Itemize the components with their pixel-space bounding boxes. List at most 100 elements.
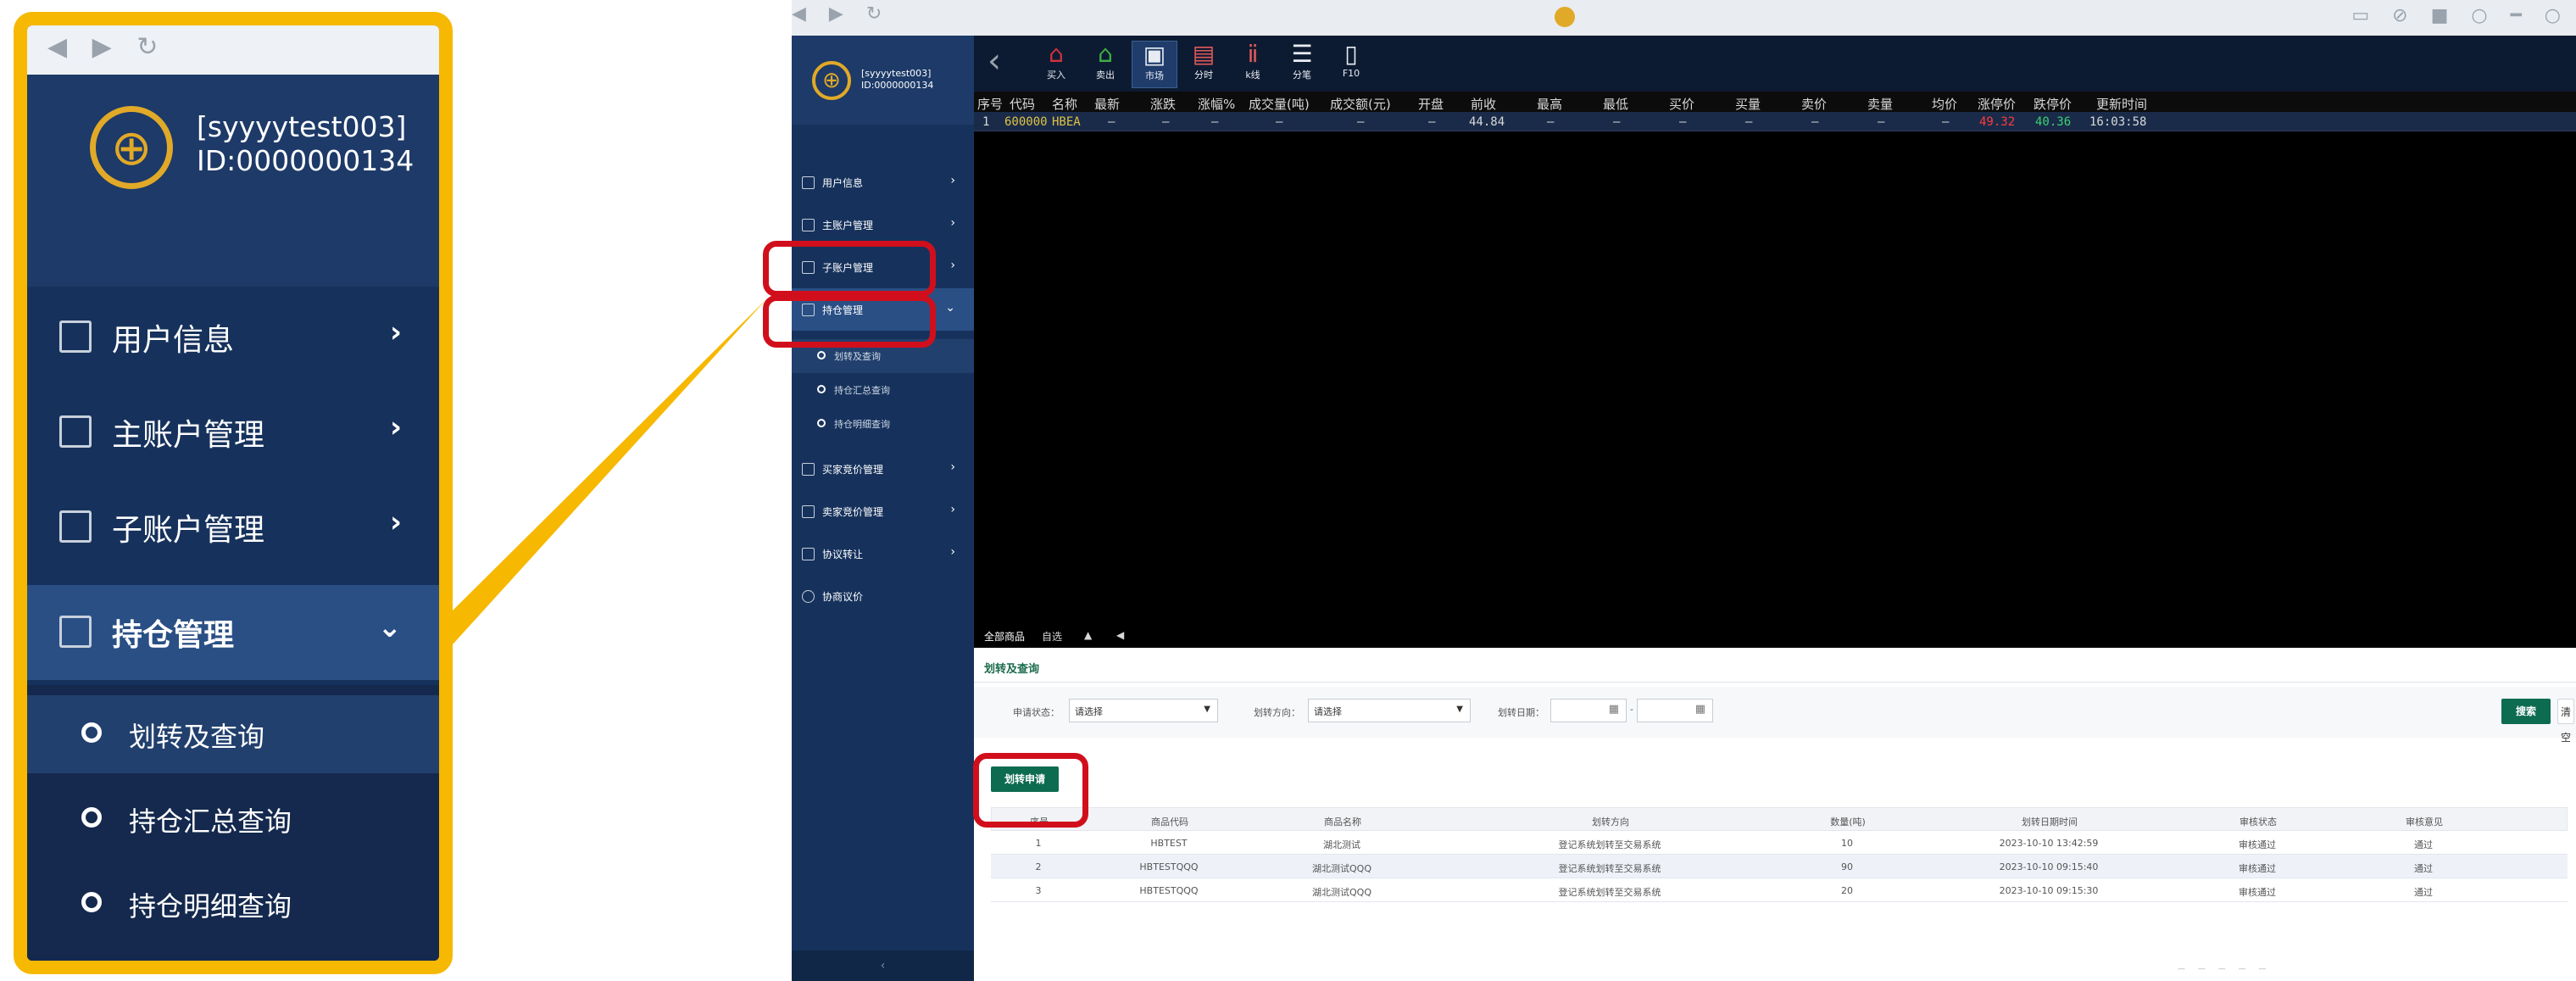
buy-button[interactable]: ⌂ 买入 bbox=[1033, 41, 1079, 88]
tick-button[interactable]: ☰ 分笔 bbox=[1279, 41, 1325, 88]
end-date-input[interactable]: ▦ bbox=[1637, 699, 1713, 722]
sidebar-item-agreement-transfer[interactable]: 协议转让 › bbox=[792, 532, 974, 575]
col-header[interactable]: 买价 bbox=[1669, 95, 1694, 113]
table-row[interactable]: 1 HBTEST 湖北测试 登记系统划转至交易系统 10 2023-10-10 … bbox=[991, 831, 2568, 855]
col-header[interactable]: 最低 bbox=[1603, 95, 1628, 113]
zoom-callout: ◀ ▶ ↻ ⊕ [syyyytest003] ID:0000000134 用户信… bbox=[14, 12, 453, 974]
highlight-position-menu bbox=[763, 241, 936, 297]
callout-menu-sub-account[interactable]: 子账户管理 › bbox=[27, 480, 439, 575]
direction-select-value: 请选择 bbox=[1314, 706, 1342, 717]
sidebar-subitem-label: 划转及查询 bbox=[834, 351, 881, 362]
table-cell: 20 bbox=[1841, 885, 1853, 896]
quote-cell: 1 bbox=[982, 115, 990, 129]
sidebar-subitem-detail[interactable]: 持仓明细查询 bbox=[792, 407, 974, 441]
pagination[interactable]: — — — — — bbox=[2178, 965, 2271, 973]
circle-icon bbox=[81, 722, 102, 743]
tab-all-products[interactable]: 全部商品 bbox=[984, 629, 1025, 644]
sell-button[interactable]: ⌂ 卖出 bbox=[1082, 41, 1128, 88]
table-cell: 审核通过 bbox=[2239, 863, 2276, 874]
tab-expand-icon[interactable]: ▲ bbox=[1084, 629, 1092, 641]
clear-button[interactable]: 清空 bbox=[2557, 699, 2574, 744]
sidebar-item-user-info[interactable]: 用户信息 › bbox=[792, 161, 974, 203]
callout-submenu-detail[interactable]: 持仓明细查询 bbox=[27, 865, 439, 943]
col-header[interactable]: 买量 bbox=[1735, 95, 1761, 113]
col-header[interactable]: 成交额(元) bbox=[1330, 95, 1391, 113]
col-header[interactable]: 成交量(吨) bbox=[1249, 95, 1310, 113]
quote-cell-name: HBEA bbox=[1052, 115, 1081, 129]
quote-cell: — bbox=[1547, 115, 1555, 129]
kline-button[interactable]: ⅱ k线 bbox=[1230, 41, 1276, 88]
table-cell: 通过 bbox=[2414, 863, 2433, 874]
col-header[interactable]: 涨幅% bbox=[1198, 95, 1235, 113]
kline-label: k线 bbox=[1245, 70, 1260, 81]
col-header[interactable]: 卖价 bbox=[1801, 95, 1827, 113]
callout-menu-position[interactable]: 持仓管理 ⌄ bbox=[27, 585, 439, 680]
callout-username: [syyyytest003] ID:0000000134 bbox=[197, 110, 414, 178]
callout-submenu-transfer[interactable]: 划转及查询 bbox=[27, 695, 439, 773]
col-header[interactable]: 最高 bbox=[1537, 95, 1562, 113]
col-header[interactable]: 名称 bbox=[1052, 95, 1077, 113]
table-cell: 2023-10-10 09:15:40 bbox=[1999, 861, 2099, 872]
tab-watchlist[interactable]: 自选 bbox=[1042, 629, 1062, 644]
timeshare-button[interactable]: ▤ 分时 bbox=[1181, 41, 1227, 88]
sidebar-item-buyer-bidding[interactable]: 买家竞价管理 › bbox=[792, 448, 974, 490]
window-controls[interactable]: ▭ ⊘ ■ ○ ━ ○ bbox=[2351, 5, 2569, 26]
callout-menu-label: 主账户管理 bbox=[112, 418, 265, 453]
direction-select[interactable]: 请选择 ▼ bbox=[1308, 699, 1471, 722]
browser-nav-icons[interactable]: ◀ ▶ ↻ bbox=[792, 3, 890, 25]
sidebar-subitem-label: 持仓汇总查询 bbox=[834, 385, 890, 396]
quote-row[interactable]: 1 600000 HBEA — — — — — — 44.84 — — — — … bbox=[974, 112, 2576, 131]
col-header[interactable]: 卖量 bbox=[1867, 95, 1893, 113]
sidebar-item-seller-bidding[interactable]: 卖家竞价管理 › bbox=[792, 490, 974, 532]
col-header[interactable]: 前收 bbox=[1471, 95, 1496, 113]
sidebar-collapse-button[interactable]: ‹ bbox=[792, 950, 974, 981]
table-cell: 通过 bbox=[2414, 887, 2433, 898]
search-button[interactable]: 搜索 bbox=[2501, 699, 2551, 724]
sidebar-item-negotiation[interactable]: 协商议价 bbox=[792, 575, 974, 617]
image-icon bbox=[802, 463, 815, 476]
f10-button[interactable]: ▯ F10 bbox=[1328, 41, 1374, 88]
quote-cell-limit-up: 49.32 bbox=[1979, 115, 2016, 129]
sidebar-subitem-summary[interactable]: 持仓汇总查询 bbox=[792, 373, 974, 407]
buy-label: 买入 bbox=[1047, 70, 1065, 81]
sidebar: ⊕ [syyyytest003] ID:0000000134 用户信息 › 主账… bbox=[792, 36, 974, 981]
buy-icon: ⌂ bbox=[1049, 40, 1064, 68]
quote-cell-limit-down: 40.36 bbox=[2035, 115, 2072, 129]
col-header[interactable]: 开盘 bbox=[1418, 95, 1444, 113]
callout-menu-user-info[interactable]: 用户信息 › bbox=[27, 290, 439, 385]
table-row[interactable]: 3 HBTESTQQQ 湖北测试QQQ 登记系统划转至交易系统 20 2023-… bbox=[991, 878, 2568, 902]
quote-cell: — bbox=[1276, 115, 1283, 129]
tab-collapse-icon[interactable]: ◀ bbox=[1116, 629, 1124, 641]
col-header[interactable]: 序号 bbox=[977, 95, 1003, 113]
panel-divider bbox=[974, 682, 2576, 683]
col-header[interactable]: 涨停价 bbox=[1978, 95, 2016, 113]
highlight-apply-button bbox=[973, 753, 1088, 828]
col-header[interactable]: 涨跌 bbox=[1150, 95, 1176, 113]
market-button[interactable]: ▣ 市场 bbox=[1132, 41, 1177, 88]
table-row[interactable]: 2 HBTESTQQQ 湖北测试QQQ 登记系统划转至交易系统 90 2023-… bbox=[991, 855, 2568, 878]
callout-menu-main-account[interactable]: 主账户管理 › bbox=[27, 385, 439, 480]
callout-nav-icons[interactable]: ◀ ▶ ↻ bbox=[47, 32, 166, 62]
chevron-right-icon: › bbox=[389, 315, 402, 349]
status-select[interactable]: 请选择 ▼ bbox=[1069, 699, 1218, 722]
image-icon bbox=[802, 548, 815, 560]
quote-cell-time: 16:03:58 bbox=[2089, 115, 2147, 129]
back-chevron-icon[interactable]: ‹ bbox=[988, 44, 1001, 78]
col-header[interactable]: 最新 bbox=[1094, 95, 1120, 113]
kline-chart-icon: ⅱ bbox=[1247, 40, 1259, 68]
col-header[interactable]: 均价 bbox=[1932, 95, 1957, 113]
col-header: 审核意见 bbox=[2406, 817, 2443, 828]
callout-menu-label: 用户信息 bbox=[112, 323, 235, 358]
date-separator: - bbox=[1630, 704, 1633, 715]
browser-title bbox=[1555, 7, 1582, 27]
callout-submenu-summary[interactable]: 持仓汇总查询 bbox=[27, 780, 439, 858]
quote-cell: — bbox=[1878, 115, 1885, 129]
sidebar-item-main-account[interactable]: 主账户管理 › bbox=[792, 203, 974, 246]
highlight-transfer-submenu bbox=[763, 295, 936, 348]
table-cell: 3 bbox=[1035, 885, 1042, 896]
table-cell: 审核通过 bbox=[2239, 839, 2276, 850]
col-header[interactable]: 代码 bbox=[1010, 95, 1035, 113]
col-header[interactable]: 更新时间 bbox=[2096, 95, 2147, 113]
start-date-input[interactable]: ▦ bbox=[1550, 699, 1627, 722]
col-header[interactable]: 跌停价 bbox=[2034, 95, 2072, 113]
